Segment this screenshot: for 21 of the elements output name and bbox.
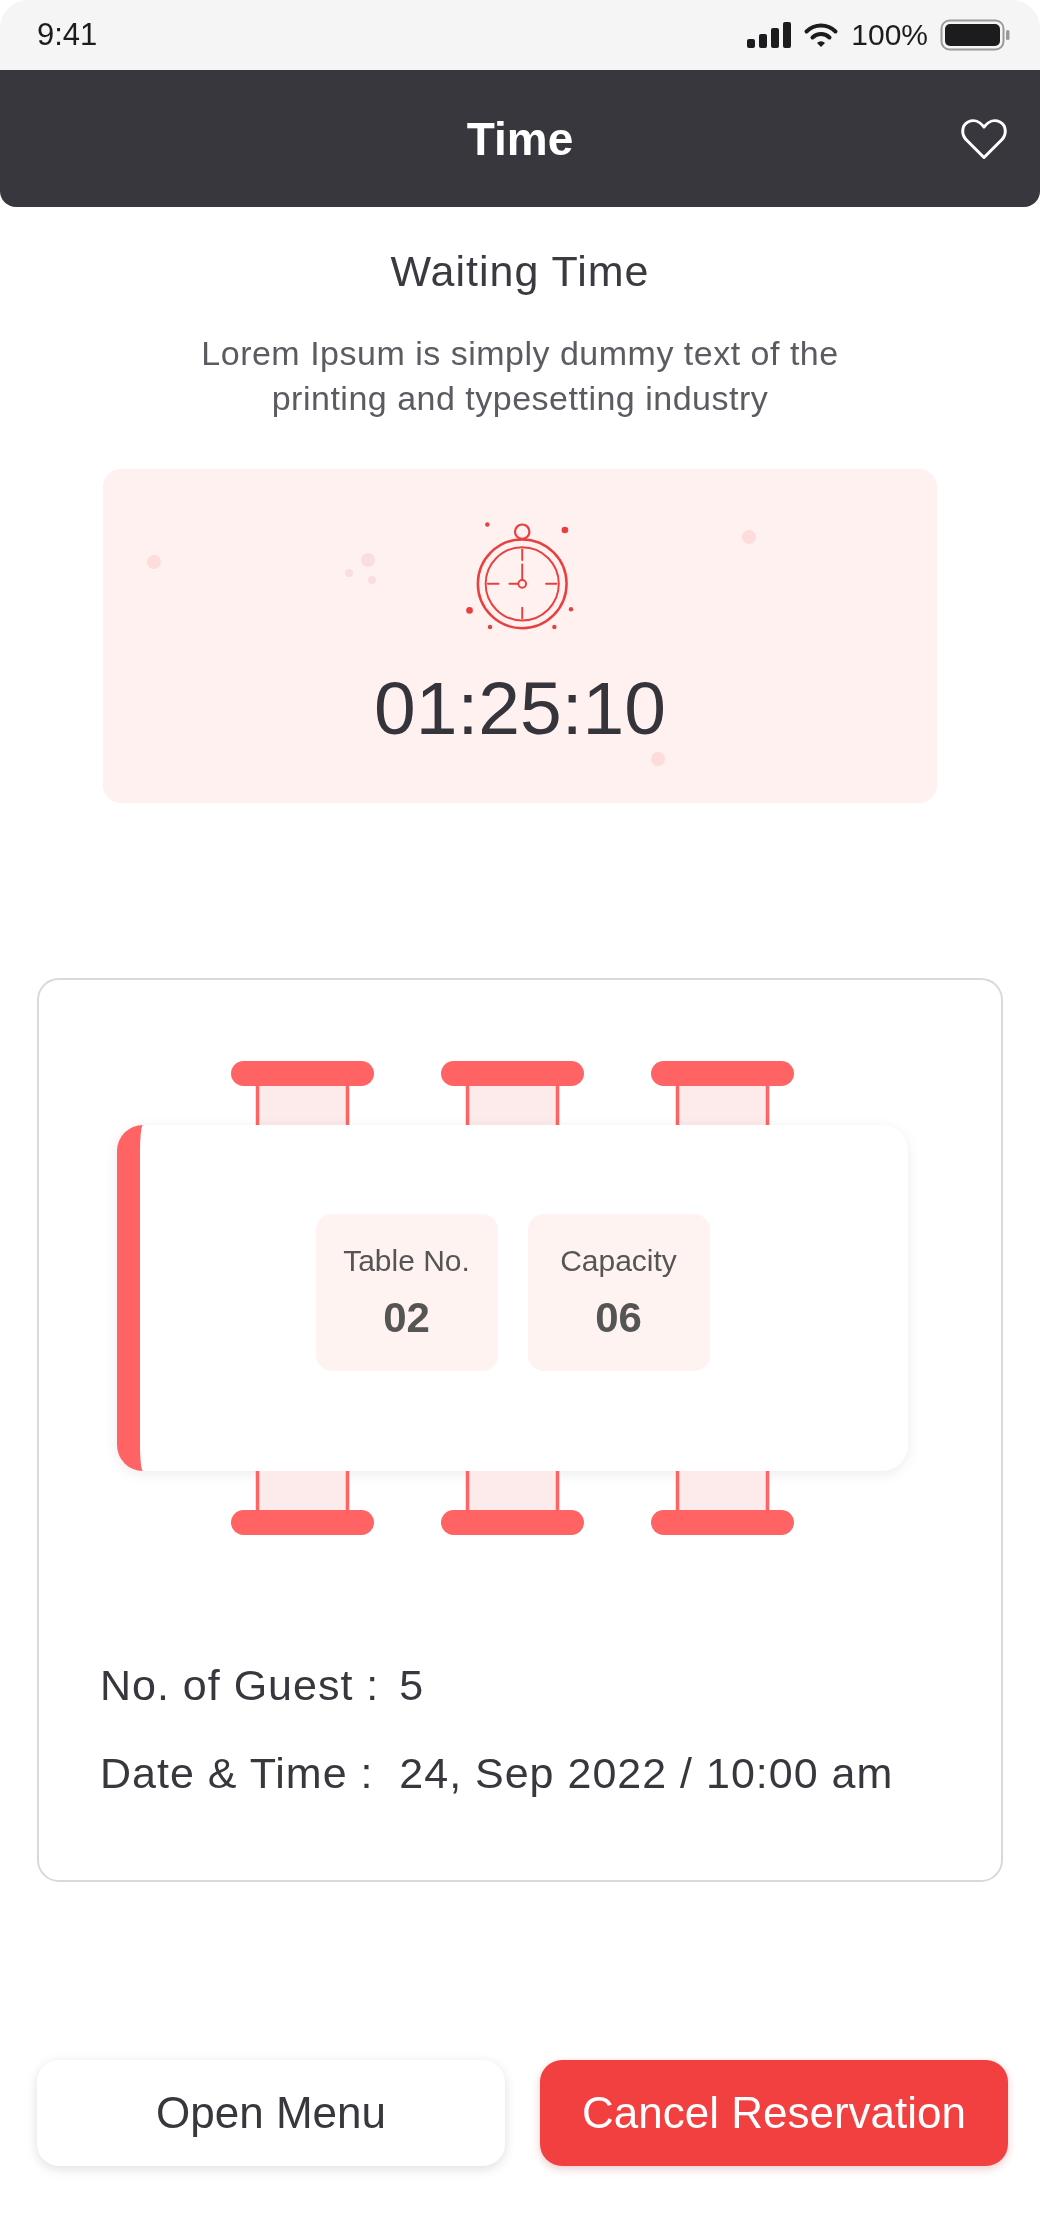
detail-value: 24, Sep 2022 / 10:00 am bbox=[399, 1748, 894, 1799]
tile-label: Table No. bbox=[343, 1243, 470, 1279]
battery-percentage: 100% bbox=[851, 17, 928, 53]
tile-value: 06 bbox=[595, 1294, 642, 1342]
detail-label: No. of Guest : bbox=[100, 1660, 380, 1711]
timer-text: 01:25:10 bbox=[374, 670, 666, 746]
tile-value: 02 bbox=[383, 1294, 430, 1342]
heart-icon[interactable] bbox=[960, 117, 1008, 160]
detail-label: Date & Time : bbox=[100, 1748, 375, 1799]
header-title: Time bbox=[466, 111, 574, 166]
battery-icon bbox=[940, 19, 1010, 51]
cancel-reservation-button[interactable]: Cancel Reservation bbox=[540, 2060, 1008, 2166]
wifi-icon bbox=[803, 22, 840, 48]
status-time: 9:41 bbox=[37, 17, 98, 53]
open-menu-button[interactable]: Open Menu bbox=[37, 2060, 505, 2166]
detail-value: 5 bbox=[399, 1660, 426, 1711]
description-text: Lorem Ipsum is simply dummy text of the printing and typesetting industry bbox=[200, 333, 840, 419]
stopwatch-icon bbox=[464, 521, 576, 630]
signal-icon bbox=[747, 22, 792, 48]
section-title: Waiting Time bbox=[390, 246, 650, 296]
tile-label: Capacity bbox=[560, 1243, 677, 1279]
